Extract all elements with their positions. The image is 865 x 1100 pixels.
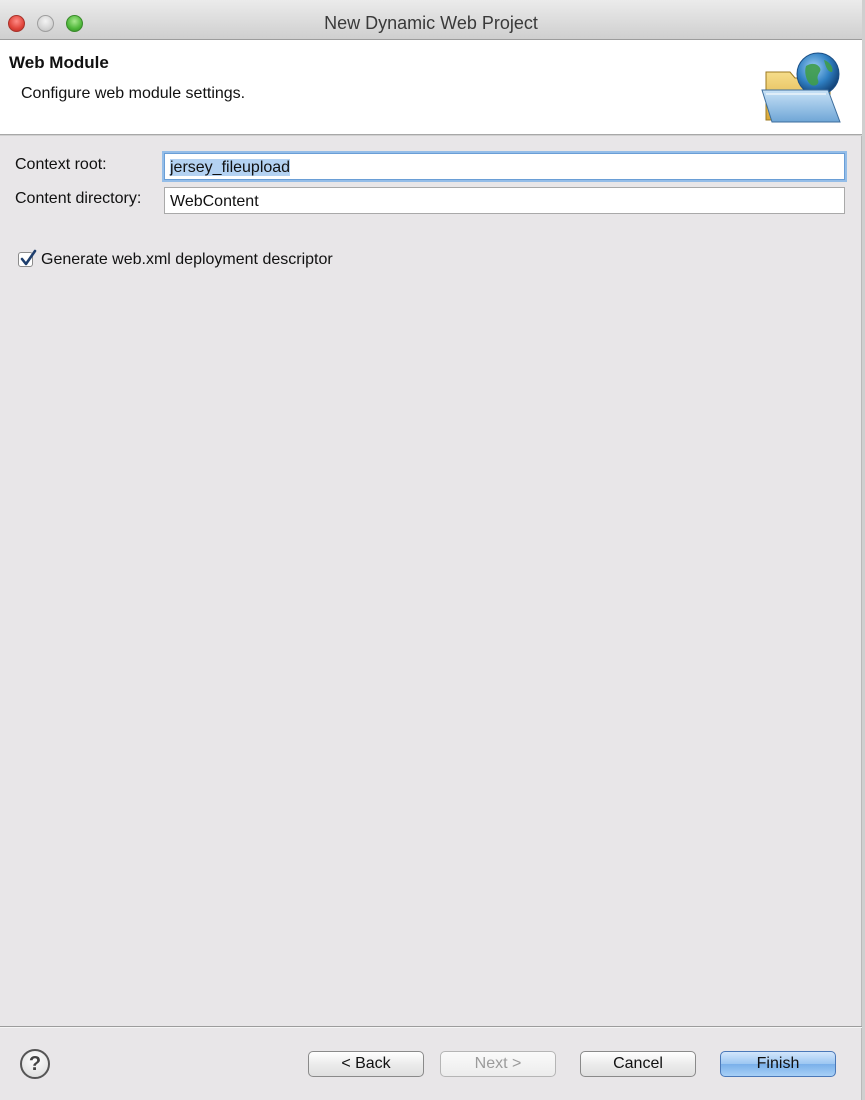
content-directory-input[interactable]: WebContent bbox=[164, 187, 845, 214]
back-button[interactable]: < Back bbox=[308, 1051, 424, 1077]
folder-globe-icon bbox=[760, 50, 850, 128]
content-directory-value: WebContent bbox=[170, 193, 259, 210]
dialog-window: New Dynamic Web Project Web Module Confi… bbox=[0, 0, 862, 1100]
cancel-button[interactable]: Cancel bbox=[580, 1051, 696, 1077]
help-icon[interactable]: ? bbox=[20, 1049, 50, 1079]
title-bar[interactable]: New Dynamic Web Project bbox=[0, 0, 862, 40]
next-button[interactable]: Next > bbox=[440, 1051, 556, 1077]
generate-webxml-label[interactable]: Generate web.xml deployment descriptor bbox=[41, 251, 333, 269]
context-root-input[interactable]: jersey_fileupload bbox=[164, 153, 845, 180]
page-title: Web Module bbox=[9, 53, 109, 72]
page-description: Configure web module settings. bbox=[21, 85, 246, 102]
window-title: New Dynamic Web Project bbox=[324, 13, 538, 33]
footer-divider-highlight bbox=[0, 1027, 862, 1028]
context-root-value: jersey_fileupload bbox=[170, 159, 291, 176]
content-directory-label: Content directory: bbox=[15, 190, 142, 207]
header-divider bbox=[0, 135, 862, 136]
finish-button[interactable]: Finish bbox=[720, 1051, 836, 1077]
wizard-header: Web Module Configure web module settings… bbox=[0, 40, 862, 135]
context-root-label: Context root: bbox=[15, 156, 107, 173]
generate-webxml-checkbox[interactable] bbox=[18, 249, 37, 267]
checkmark-icon bbox=[20, 249, 37, 266]
